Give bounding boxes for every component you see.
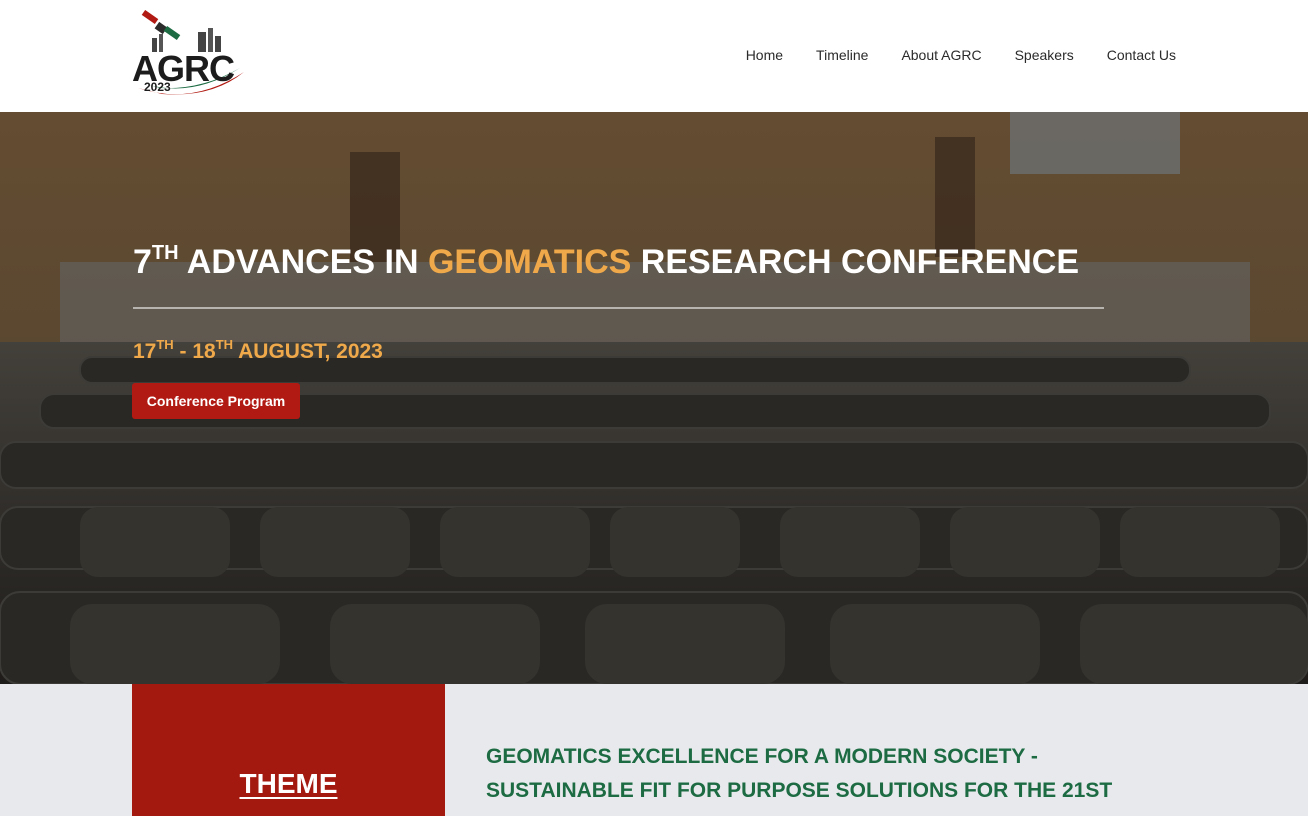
theme-statement: GEOMATICS EXCELLENCE FOR A MODERN SOCIET… bbox=[486, 745, 1113, 816]
hero-banner: 7TH ADVANCES IN GEOMATICS RESEARCH CONFE… bbox=[0, 112, 1308, 684]
agrc-logo[interactable]: AGRC 2023 bbox=[132, 10, 250, 100]
theme-section: THEME GEOMATICS EXCELLENCE FOR A MODERN … bbox=[0, 684, 1308, 816]
nav-about-agrc[interactable]: About AGRC bbox=[901, 47, 981, 63]
conference-dates: 17TH - 18TH AUGUST, 2023 bbox=[133, 337, 383, 363]
theme-box: THEME bbox=[132, 684, 445, 816]
conference-program-button[interactable]: Conference Program bbox=[132, 383, 300, 419]
logo-year: 2023 bbox=[144, 80, 171, 94]
conference-title: 7TH ADVANCES IN GEOMATICS RESEARCH CONFE… bbox=[133, 242, 1080, 281]
title-divider bbox=[133, 307, 1104, 309]
title-accent-word: GEOMATICS bbox=[427, 243, 632, 281]
nav-contact-us[interactable]: Contact Us bbox=[1107, 47, 1176, 63]
theme-label[interactable]: THEME bbox=[132, 768, 445, 800]
title-superscript: TH bbox=[151, 242, 179, 264]
main-nav: Home Timeline About AGRC Speakers Contac… bbox=[713, 47, 1176, 63]
nav-speakers[interactable]: Speakers bbox=[1015, 47, 1074, 63]
site-header: AGRC 2023 Home Timeline About AGRC Speak… bbox=[0, 0, 1308, 112]
nav-timeline[interactable]: Timeline bbox=[816, 47, 868, 63]
nav-home[interactable]: Home bbox=[746, 47, 783, 63]
